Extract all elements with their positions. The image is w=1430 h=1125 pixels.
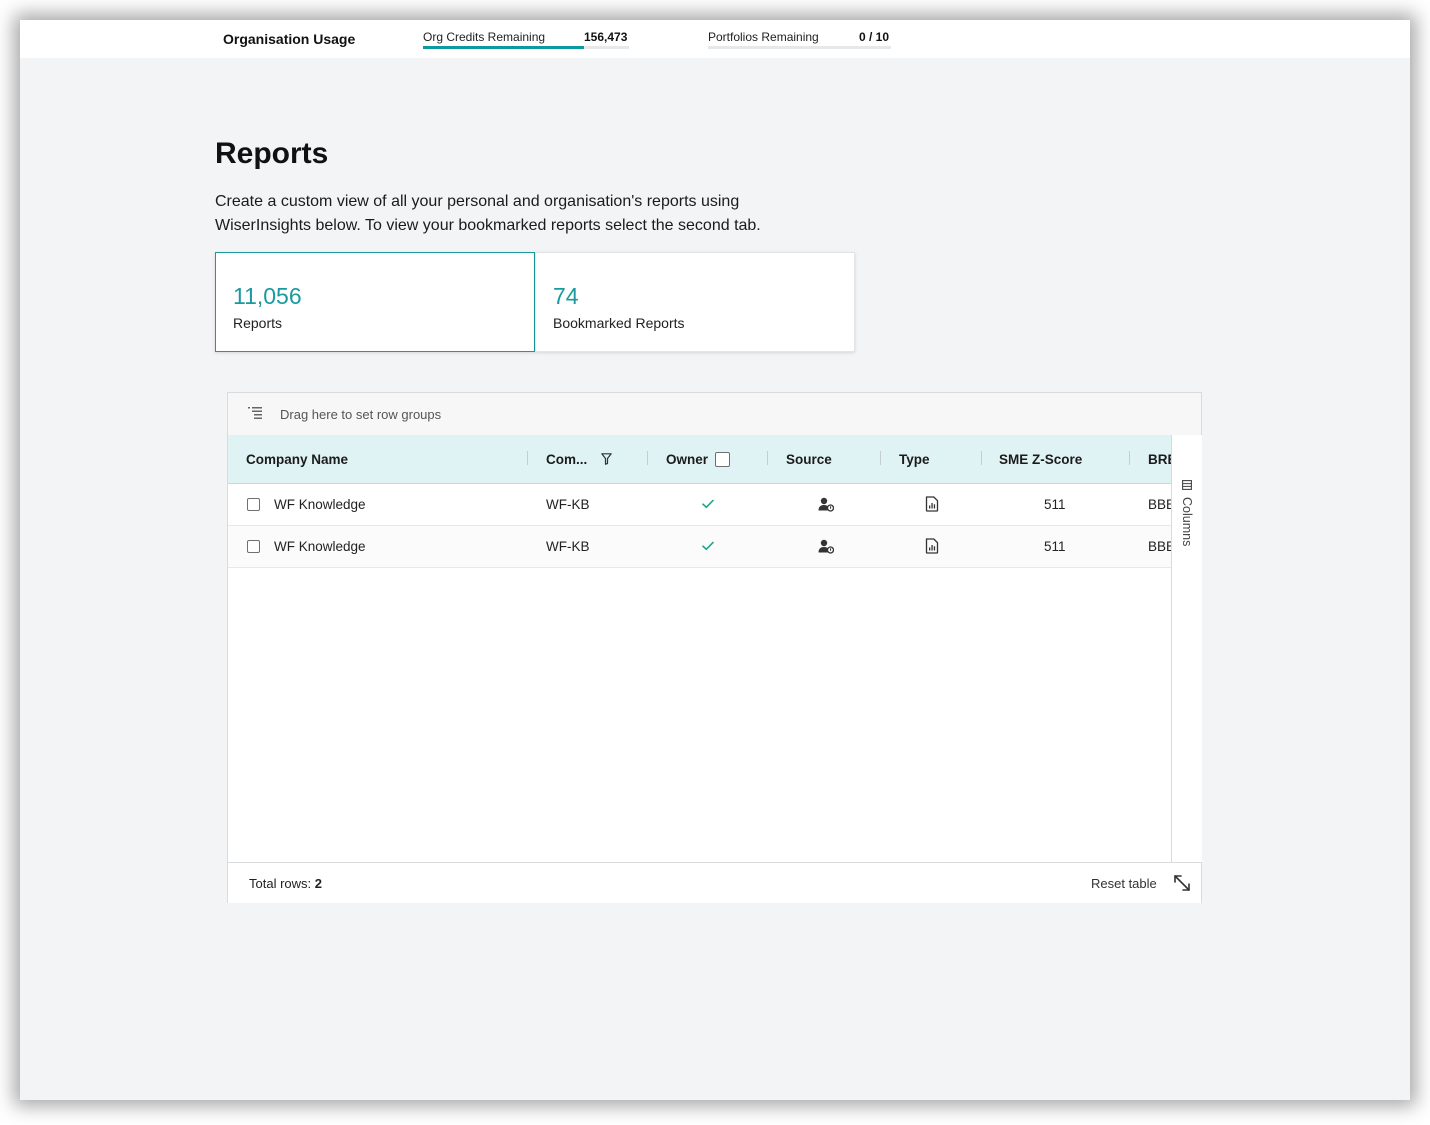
usage-title: Organisation Usage [223, 31, 356, 47]
col-type-label: Type [899, 452, 930, 467]
report-document-icon[interactable] [925, 496, 939, 512]
credits-track [423, 46, 629, 49]
grid-body: WF Knowledge WF-KB 511 BBB WF Knowledge … [228, 484, 1175, 862]
tab-bookmarked-reports[interactable]: 74 Bookmarked Reports [535, 252, 855, 352]
user-shared-icon[interactable] [818, 539, 834, 554]
page-description: Create a custom view of all your persona… [215, 193, 761, 234]
cell-company-code: WF-KB [546, 539, 590, 554]
cell-sme-z-score: 511 [1044, 497, 1066, 512]
total-rows: Total rows: 2 [249, 876, 322, 891]
reset-table-button[interactable]: Reset table [1091, 876, 1157, 891]
col-company-name[interactable]: Company Name [228, 435, 528, 483]
credits-meter: Org Credits Remaining 156,473 [423, 30, 629, 52]
col-company-code-label: Com... [546, 452, 588, 467]
portfolios-label: Portfolios Remaining [708, 30, 819, 44]
tab-reports-count: 11,056 [233, 283, 302, 309]
portfolios-meter: Portfolios Remaining 0 / 10 [708, 30, 891, 52]
owner-filter-checkbox[interactable] [715, 452, 730, 467]
credits-label: Org Credits Remaining [423, 30, 546, 44]
portfolios-value: 0 / 10 [859, 30, 890, 44]
organisation-usage-bar: Organisation Usage Org Credits Remaining… [20, 20, 1410, 58]
portfolios-track [708, 46, 891, 49]
reports-grid: Drag here to set row groups Company Name… [227, 392, 1202, 903]
cell-sme-z-score: 511 [1044, 539, 1066, 554]
row-select-checkbox[interactable] [247, 540, 260, 553]
expand-icon[interactable] [1172, 873, 1192, 893]
check-icon [702, 541, 714, 551]
table-row[interactable]: WF Knowledge WF-KB 511 BBB [228, 526, 1175, 568]
col-type[interactable]: Type [881, 435, 981, 483]
grid-footer: Total rows: 2 Reset table [228, 862, 1201, 903]
col-company-name-label: Company Name [246, 452, 349, 467]
cell-company-name: WF Knowledge [274, 497, 366, 512]
report-document-icon[interactable] [925, 538, 939, 554]
col-sme-z-score-label: SME Z-Score [999, 452, 1083, 467]
total-rows-label: Total rows: [249, 876, 312, 891]
tab-bookmarked-label: Bookmarked Reports [553, 315, 685, 331]
page-title: Reports [215, 137, 329, 170]
cell-company-name: WF Knowledge [274, 539, 366, 554]
row-select-checkbox[interactable] [247, 498, 260, 511]
grid-header: Company Name Com... Owner Source Type SM… [228, 435, 1171, 484]
app-window: Organisation Usage Org Credits Remaining… [20, 20, 1410, 1100]
col-source[interactable]: Source [768, 435, 880, 483]
tab-bookmarked-count: 74 [553, 283, 579, 309]
col-owner-label: Owner [666, 452, 709, 467]
check-icon [702, 499, 714, 509]
user-shared-icon[interactable] [818, 497, 834, 512]
total-rows-value: 2 [314, 876, 322, 891]
col-owner[interactable]: Owner [648, 435, 766, 483]
tab-reports-label: Reports [233, 315, 283, 331]
row-groups-icon [248, 407, 262, 419]
credits-value: 156,473 [584, 30, 628, 44]
credits-fill [423, 46, 584, 49]
row-group-panel[interactable]: Drag here to set row groups [228, 393, 1201, 436]
col-company-code[interactable]: Com... [528, 435, 646, 483]
col-sme-z-score[interactable]: SME Z-Score [982, 435, 1130, 483]
row-group-hint: Drag here to set row groups [280, 407, 442, 422]
table-row[interactable]: WF Knowledge WF-KB 511 BBB [228, 484, 1175, 526]
col-bre[interactable]: BRE [1130, 435, 1171, 483]
columns-tab-label[interactable]: Columns [1180, 497, 1194, 546]
col-source-label: Source [786, 452, 832, 467]
tab-reports[interactable]: 11,056 Reports [215, 252, 535, 352]
columns-icon [1182, 480, 1192, 490]
cell-company-code: WF-KB [546, 497, 590, 512]
filter-icon[interactable] [601, 453, 612, 465]
columns-side-panel[interactable]: Columns [1171, 435, 1202, 862]
col-bre-label: BRE [1148, 452, 1171, 467]
